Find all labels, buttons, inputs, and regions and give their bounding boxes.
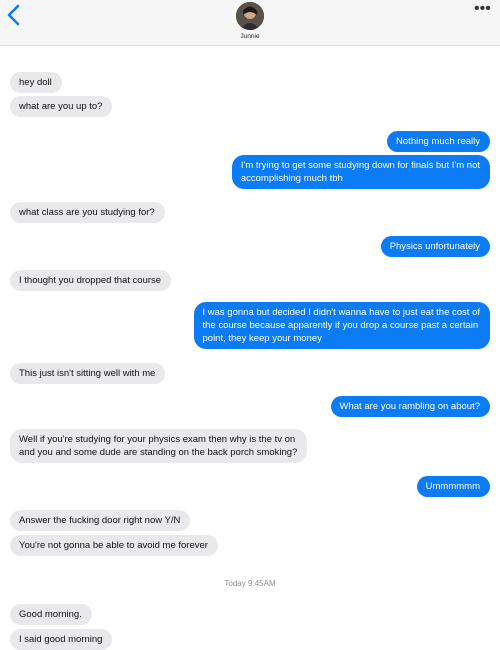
ellipsis-icon: •••	[474, 0, 491, 17]
message-line: Well if you're studying for your physics…	[19, 434, 296, 445]
message-text: hey doll	[19, 77, 52, 88]
message-text: This just isn't sitting well with me	[19, 368, 156, 379]
message-text: what class are you studying for?	[19, 207, 155, 218]
incoming-message[interactable]: what class are you studying for?	[10, 202, 165, 223]
message-line: I'm trying to get some studying down for…	[240, 160, 480, 171]
message-text: Nothing much really	[396, 136, 480, 147]
incoming-message[interactable]: You're not gonna be able to avoid me for…	[10, 535, 218, 556]
message-line: I was gonna but decided I didn't wanna h…	[202, 307, 481, 318]
incoming-message[interactable]: Good morning.	[10, 604, 92, 625]
message-text: Good morning.	[19, 609, 82, 620]
incoming-message[interactable]: This just isn't sitting well with me	[10, 363, 166, 384]
message-text: Physics unfortunately	[389, 241, 480, 252]
message-text: What are you rambling on about?	[339, 401, 480, 412]
outgoing-message[interactable]: I was gonna but decided I didn't wanna h…	[193, 302, 490, 349]
message-text: Answer the fucking door right now Y/N	[19, 515, 181, 526]
message-text: Ummmmmm	[425, 481, 480, 492]
incoming-message[interactable]: I thought you dropped that course	[10, 270, 172, 291]
contact-avatar[interactable]	[236, 2, 264, 30]
outgoing-message[interactable]: Physics unfortunately	[380, 236, 490, 257]
avatar-image	[236, 2, 264, 30]
message-text: You're not gonna be able to avoid me for…	[19, 540, 208, 551]
message-line: and you and some dude are standing on th…	[19, 447, 298, 458]
message-line: accomplishing much tbh	[240, 173, 343, 184]
more-options-button[interactable]: •••	[474, 1, 494, 17]
message-line: point, they keep your money	[202, 333, 322, 344]
outgoing-message[interactable]: I'm trying to get some studying down for…	[231, 155, 490, 189]
outgoing-message[interactable]: Nothing much really	[387, 131, 490, 152]
message-text: I said good morning	[19, 634, 103, 645]
contact-name[interactable]: Junnie	[0, 33, 500, 40]
message-line: the course because apparently if you dro…	[202, 320, 479, 331]
outgoing-message[interactable]: What are you rambling on about?	[330, 396, 490, 417]
incoming-message[interactable]: what are you up to?	[10, 96, 113, 117]
incoming-message[interactable]: Answer the fucking door right now Y/N	[10, 510, 191, 531]
incoming-message[interactable]: Well if you're studying for your physics…	[10, 429, 308, 463]
timestamp-time: 9:45AM	[248, 579, 276, 588]
timestamp-day: Today	[224, 579, 246, 588]
incoming-message[interactable]: I said good morning	[10, 629, 113, 650]
conversation-screen: Junnie ••• hey doll what are you up to? …	[0, 0, 500, 650]
message-timestamp: Today 9:45AM	[0, 579, 500, 588]
conversation-header: Junnie •••	[0, 0, 500, 46]
message-text: what are you up to?	[19, 101, 103, 112]
incoming-message[interactable]: hey doll	[10, 72, 62, 93]
outgoing-message[interactable]: Ummmmmm	[416, 476, 490, 497]
back-button[interactable]	[6, 4, 22, 26]
chevron-left-icon	[7, 4, 20, 26]
message-text: I thought you dropped that course	[19, 275, 162, 286]
